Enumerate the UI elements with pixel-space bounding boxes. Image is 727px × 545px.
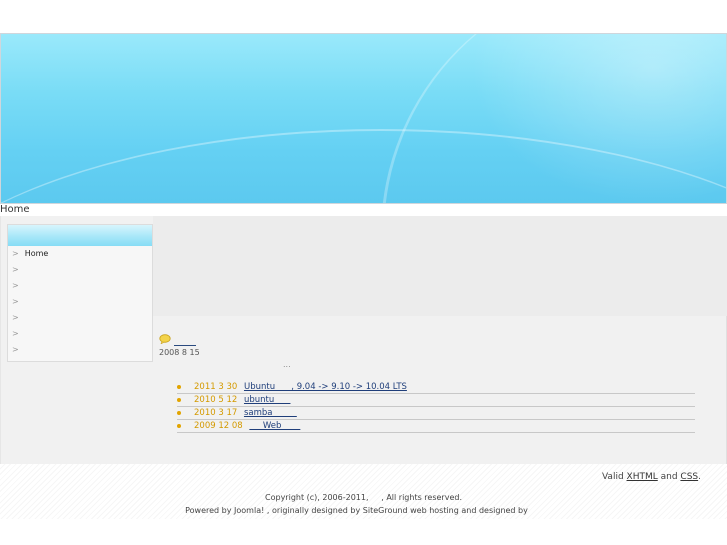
bullet-icon bbox=[177, 385, 181, 389]
chevron-right-icon: > bbox=[12, 345, 19, 354]
breadcrumb-home[interactable]: Home bbox=[0, 204, 30, 215]
css-link[interactable]: CSS bbox=[680, 472, 698, 482]
bullet-icon bbox=[177, 424, 181, 428]
chevron-right-icon: > bbox=[12, 329, 19, 338]
powered-by-text: Powered by Joomla! , originally designed… bbox=[185, 506, 528, 515]
valid-prefix: Valid bbox=[601, 472, 627, 482]
breadcrumb: Home bbox=[0, 204, 30, 216]
and-text: and bbox=[657, 472, 681, 482]
sidebar-item[interactable]: > bbox=[8, 342, 152, 358]
copyright-text: Copyright (c), 2006-2011, , All rights r… bbox=[265, 493, 462, 502]
chevron-right-icon: > bbox=[12, 281, 19, 290]
article-excerpt: ... bbox=[283, 360, 291, 369]
news-link[interactable]: Ubuntu , 9.04 -> 9.10 -> 10.04 LTS bbox=[244, 382, 407, 392]
xhtml-link[interactable]: XHTML bbox=[627, 472, 658, 482]
sidebar-item[interactable]: > bbox=[8, 326, 152, 342]
chevron-right-icon: > bbox=[12, 297, 19, 306]
list-item: 2010 5 12 ubuntu bbox=[177, 394, 695, 407]
sidebar-item[interactable]: > bbox=[8, 278, 152, 294]
article-title-link[interactable] bbox=[174, 336, 196, 346]
bullet-icon bbox=[177, 411, 181, 415]
sidebar-item-label: Home bbox=[24, 249, 49, 258]
news-link[interactable]: Web bbox=[249, 421, 300, 431]
news-date: 2010 5 12 bbox=[194, 395, 238, 405]
news-date: 2010 3 17 bbox=[194, 408, 238, 418]
sidebar-item-home[interactable]: > Home bbox=[8, 246, 152, 262]
news-date: 2011 3 30 bbox=[194, 382, 238, 392]
sidebar-menu: > Home > > > > > > bbox=[7, 224, 153, 362]
comment-bubble-icon bbox=[159, 334, 171, 344]
page: Home > Home > > > > > > 2008 8 15 ... 20… bbox=[0, 0, 727, 545]
article-date: 2008 8 15 bbox=[159, 348, 200, 357]
banner-glow bbox=[471, 34, 726, 203]
sidebar-item[interactable]: > bbox=[8, 262, 152, 278]
chevron-right-icon: > bbox=[12, 313, 19, 322]
sidebar-header bbox=[8, 225, 152, 246]
top-panel bbox=[153, 216, 727, 316]
sidebar-item[interactable]: > bbox=[8, 294, 152, 310]
latest-news-list: 2011 3 30 Ubuntu , 9.04 -> 9.10 -> 10.04… bbox=[177, 381, 695, 433]
validation-links: Valid XHTML and CSS. bbox=[602, 472, 701, 482]
period-text: . bbox=[698, 472, 701, 482]
chevron-right-icon: > bbox=[12, 249, 19, 258]
chevron-right-icon: > bbox=[12, 265, 19, 274]
news-link[interactable]: ubuntu bbox=[244, 395, 291, 405]
sidebar-item[interactable]: > bbox=[8, 310, 152, 326]
news-link[interactable]: samba bbox=[244, 408, 297, 418]
bullet-icon bbox=[177, 398, 181, 402]
header-banner bbox=[0, 33, 727, 204]
list-item: 2009 12 08 Web bbox=[177, 420, 695, 433]
list-item: 2010 3 17 samba bbox=[177, 407, 695, 420]
news-date: 2009 12 08 bbox=[194, 421, 243, 431]
list-item: 2011 3 30 Ubuntu , 9.04 -> 9.10 -> 10.04… bbox=[177, 381, 695, 394]
